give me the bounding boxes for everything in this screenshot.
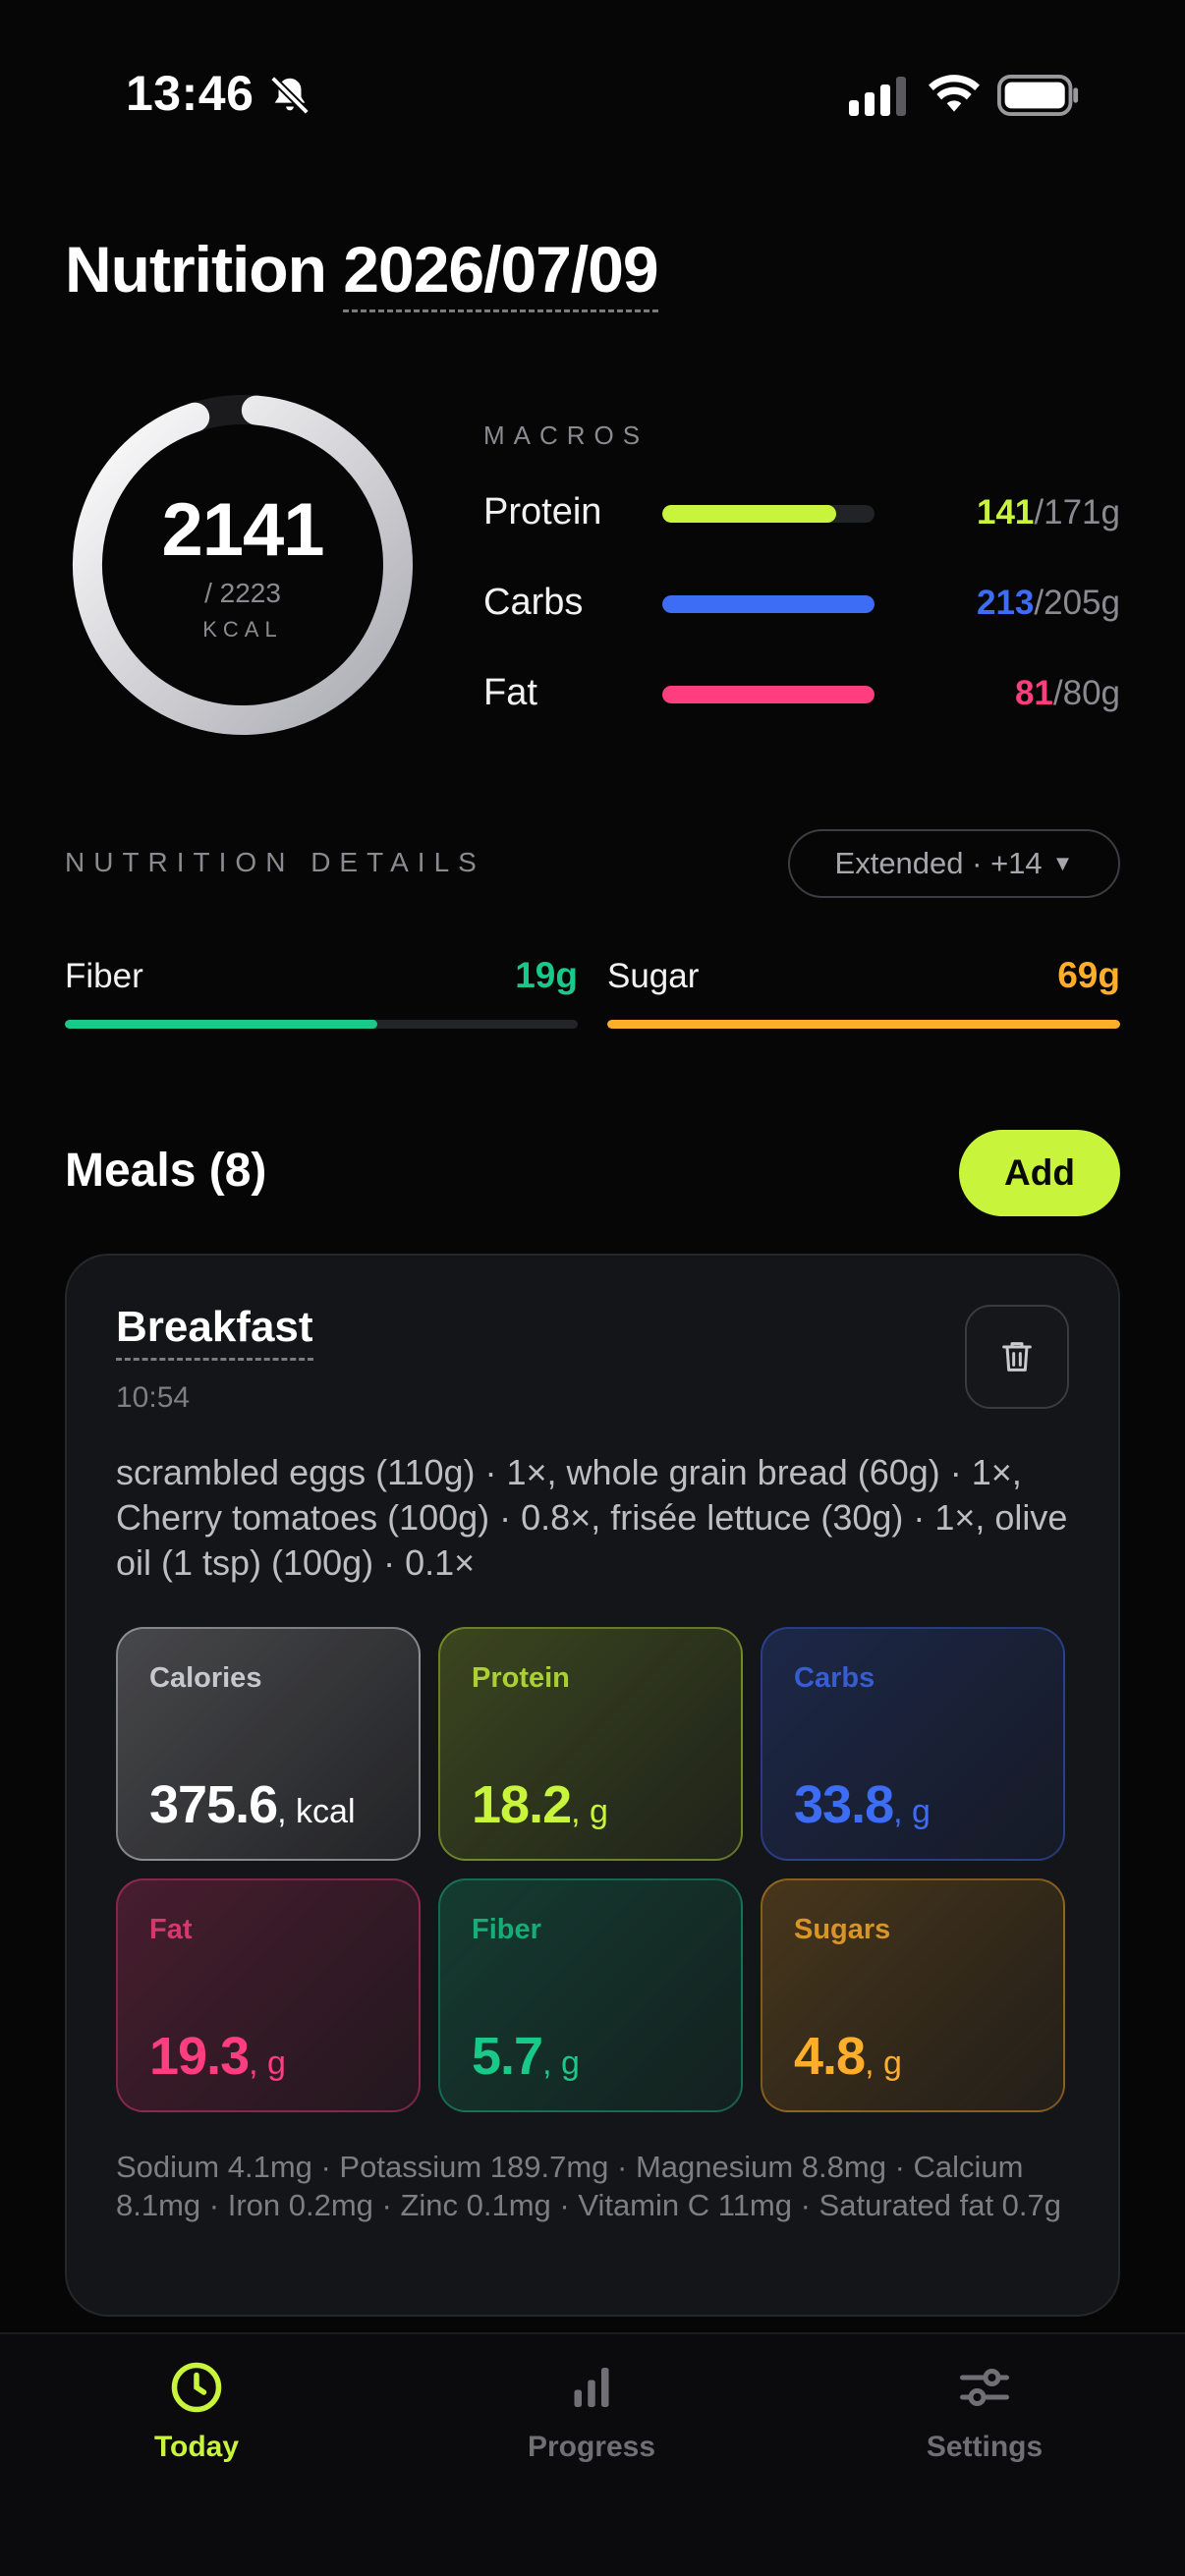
- meal-name[interactable]: Breakfast: [116, 1303, 313, 1361]
- detail-fiber-track: [65, 1020, 578, 1029]
- tile-calories: Calories 375.6, kcal: [116, 1627, 421, 1861]
- calories-goal: / 2223: [204, 578, 281, 608]
- sliders-icon: [960, 2369, 1009, 2406]
- meal-description: scrambled eggs (110g) · 1×, whole grain …: [116, 1452, 1068, 1583]
- macro-carbs-track: [662, 595, 875, 613]
- macro-protein-fill: [662, 505, 837, 523]
- date-selector[interactable]: 2026/07/09: [343, 233, 659, 312]
- meal-time: 10:54: [116, 1381, 191, 1414]
- wifi-icon: [929, 75, 980, 112]
- macro-fat-track: [662, 686, 875, 703]
- tab-settings-label: Settings: [926, 2431, 1044, 2463]
- calories-value: 2141: [161, 488, 324, 572]
- macro-carbs-value: 213/205g: [977, 584, 1120, 622]
- tab-today[interactable]: Today: [49, 2358, 344, 2464]
- tile-fat-value: 19.3, g: [149, 2027, 286, 2086]
- tile-protein: Protein 18.2, g: [438, 1627, 743, 1861]
- caret-down-icon: ▼: [1051, 851, 1074, 875]
- macro-carbs-name: Carbs: [483, 582, 584, 623]
- tile-sugars-value: 4.8, g: [794, 2027, 902, 2086]
- bar-chart-icon: [574, 2368, 609, 2407]
- tile-fiber-label: Fiber: [472, 1914, 541, 1945]
- meal-micronutrients: Sodium 4.1mg · Potassium 189.7mg · Magne…: [116, 2150, 1061, 2222]
- battery-icon: [997, 75, 1079, 116]
- tab-progress[interactable]: Progress: [444, 2358, 739, 2464]
- detail-fiber-value: 19g: [515, 955, 578, 995]
- page-title: Nutrition 2026/07/09: [65, 232, 659, 312]
- tile-sugars: Sugars 4.8, g: [761, 1878, 1065, 2112]
- detail-sugar-track: [607, 1020, 1120, 1029]
- clock-icon: [171, 2362, 222, 2413]
- tile-carbs-label: Carbs: [794, 1662, 875, 1694]
- tile-sugars-label: Sugars: [794, 1914, 891, 1945]
- trash-icon: [1002, 1342, 1032, 1372]
- status-time: 13:46: [126, 66, 254, 121]
- add-meal-button[interactable]: Add: [959, 1130, 1120, 1216]
- tile-calories-label: Calories: [149, 1662, 262, 1694]
- tile-calories-value: 375.6, kcal: [149, 1775, 356, 1834]
- tile-fiber: Fiber 5.7, g: [438, 1878, 743, 2112]
- detail-fiber-fill: [65, 1020, 378, 1029]
- tile-fiber-value: 5.7, g: [472, 2027, 580, 2086]
- tab-today-label: Today: [153, 2431, 240, 2463]
- tile-carbs: Carbs 33.8, g: [761, 1627, 1065, 1861]
- delete-meal-button[interactable]: [965, 1305, 1069, 1409]
- bell-muted-icon: [270, 76, 310, 115]
- tab-progress-label: Progress: [527, 2431, 656, 2463]
- page-title-text: Nutrition: [65, 233, 327, 306]
- detail-fiber-name: Fiber: [65, 957, 143, 995]
- tile-carbs-value: 33.8, g: [794, 1775, 931, 1834]
- calories-unit: KCAL: [202, 617, 283, 642]
- tile-fat: Fat 19.3, g: [116, 1878, 421, 2112]
- meals-title: Meals (8): [65, 1145, 267, 1197]
- detail-sugar-fill: [607, 1020, 1120, 1029]
- macro-fat-name: Fat: [483, 672, 537, 713]
- detail-sugar-value: 69g: [1057, 955, 1120, 995]
- macro-fat-fill: [662, 686, 875, 703]
- extended-dropdown-label: Extended · +14: [834, 846, 1043, 880]
- extended-dropdown[interactable]: Extended · +14 ▼: [788, 829, 1120, 898]
- macro-protein-name: Protein: [483, 491, 602, 532]
- tile-fat-label: Fat: [149, 1914, 193, 1945]
- tile-protein-label: Protein: [472, 1662, 570, 1694]
- tile-protein-value: 18.2, g: [472, 1775, 608, 1834]
- nutrition-details-label: NUTRITION DETAILS: [65, 847, 485, 877]
- detail-sugar-name: Sugar: [607, 957, 700, 995]
- macros-label: MACROS: [483, 420, 649, 450]
- macro-fat-value: 81/80g: [1014, 674, 1120, 712]
- tab-settings[interactable]: Settings: [837, 2358, 1132, 2464]
- macro-protein-track: [662, 505, 875, 523]
- cellular-signal-icon: [849, 77, 906, 116]
- macro-protein-value: 141/171g: [977, 493, 1120, 532]
- macro-carbs-fill: [662, 595, 875, 613]
